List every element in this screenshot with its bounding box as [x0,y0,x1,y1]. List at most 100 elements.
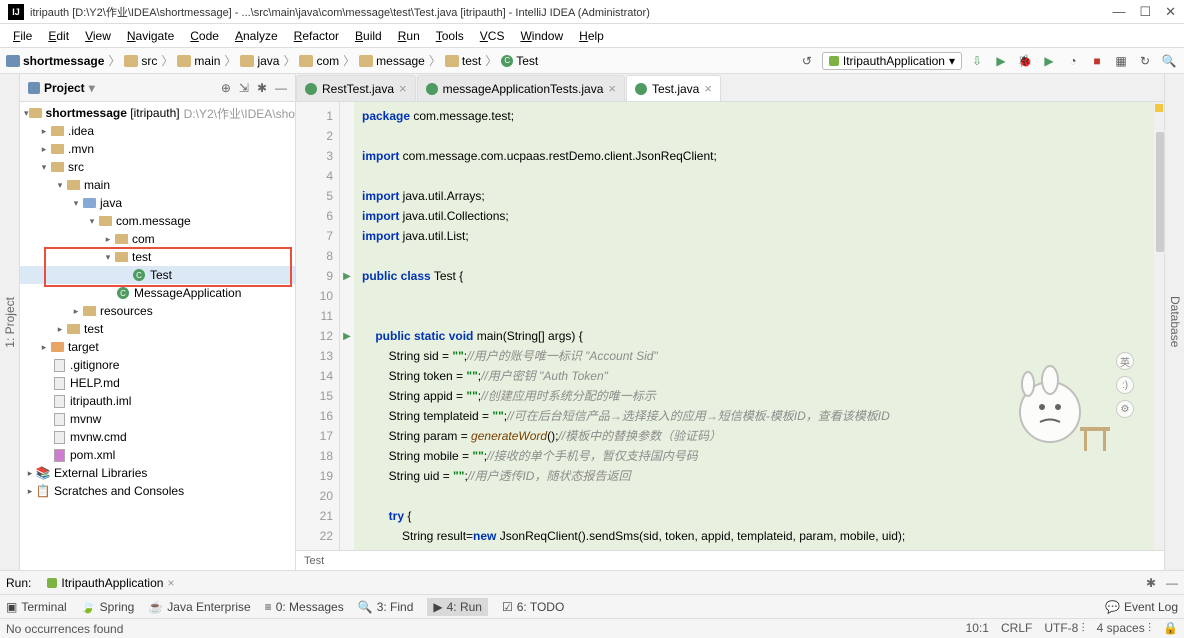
tree-node-testclass[interactable]: Test [20,266,295,284]
crumb-item[interactable]: shortmessage [6,54,104,68]
menu-refactor[interactable]: Refactor [287,27,346,45]
tool-terminal[interactable]: ▣ Terminal [6,600,67,614]
tree-node[interactable]: ▸com [20,230,295,248]
tool-messages[interactable]: ≡ 0: Messages [265,600,344,614]
project-pane-title[interactable]: Project ▾ [28,81,221,95]
menu-vcs[interactable]: VCS [473,27,512,45]
tree-node[interactable]: ▸📋Scratches and Consoles [20,482,295,500]
badge-lang[interactable]: 英 [1116,352,1134,370]
menu-code[interactable]: Code [183,27,226,45]
close-icon[interactable]: × [399,81,407,96]
code-lines[interactable]: package com.message.test;import com.mess… [354,102,1164,550]
menu-view[interactable]: View [78,27,118,45]
crumb-item[interactable]: test [445,54,481,68]
update-button[interactable]: ↻ [1136,52,1154,70]
maximize-button[interactable]: ☐ [1139,4,1151,20]
editor-tab[interactable]: messageApplicationTests.java× [417,75,625,101]
tool-find[interactable]: 🔍 3: Find [358,600,414,614]
status-lock-icon[interactable]: 🔒 [1163,621,1178,636]
editor-tab[interactable]: Test.java× [626,75,721,101]
tree-node[interactable]: pom.xml [20,446,295,464]
tree-node[interactable]: mvnw [20,410,295,428]
run-button[interactable]: ▶ [992,52,1010,70]
run-config-selector[interactable]: ItripauthApplication ▾ [822,52,962,70]
tree-node[interactable]: mvnw.cmd [20,428,295,446]
status-pos[interactable]: 10:1 [966,621,989,636]
breadcrumb[interactable]: shortmessage〉src〉main〉java〉com〉message〉t… [6,52,538,69]
tree-node[interactable]: ▾main [20,176,295,194]
tree-node[interactable]: ▾src [20,158,295,176]
tool-eventlog[interactable]: 💬 Event Log [1105,600,1178,614]
menu-window[interactable]: Window [513,27,570,45]
crumb-item[interactable]: java [240,54,279,68]
tree-node[interactable]: .gitignore [20,356,295,374]
line-gutter[interactable]: 1234567891011121314151617181920212223 [296,102,340,550]
menu-tools[interactable]: Tools [429,27,471,45]
tool-database[interactable]: Database [1166,288,1184,355]
tree-node[interactable]: ▸resources [20,302,295,320]
hide-icon[interactable]: — [1166,576,1178,590]
close-button[interactable]: ✕ [1165,4,1176,20]
hide-button[interactable]: — [275,81,287,95]
tree-node[interactable]: HELP.md [20,374,295,392]
expand-button[interactable]: ⇲ [239,81,249,95]
crumb-item[interactable]: Test [501,54,538,68]
scroll-strip[interactable] [1154,102,1164,550]
tool-run[interactable]: ▶ 4: Run [427,598,488,616]
project-tree[interactable]: ▾shortmessage [itripauth]D:\Y2\作业\IDEA\s… [20,102,295,570]
tree-node[interactable]: ▸target [20,338,295,356]
run-tab[interactable]: ItripauthApplication × [39,572,182,594]
layout-button[interactable]: ▦ [1112,52,1130,70]
close-icon[interactable]: × [608,81,616,96]
menu-build[interactable]: Build [348,27,389,45]
tool-favorites[interactable]: 2: Favorites [0,283,1,362]
menu-file[interactable]: File [6,27,39,45]
menu-analyze[interactable]: Analyze [228,27,285,45]
tool-javaee[interactable]: ☕ Java Enterprise [148,600,250,614]
menu-edit[interactable]: Edit [41,27,76,45]
tree-node[interactable]: ▸.mvn [20,140,295,158]
status-crlf[interactable]: CRLF [1001,621,1032,636]
run-markers[interactable]: ▶▶ [340,102,354,550]
tree-node[interactable]: ▸test [20,320,295,338]
crumb-item[interactable]: main [177,54,220,68]
code-editor[interactable]: 1234567891011121314151617181920212223 ▶▶… [296,102,1164,550]
tree-node[interactable]: ▾com.message [20,212,295,230]
crumb-item[interactable]: src [124,54,157,68]
minimize-button[interactable]: — [1112,4,1125,20]
crumb-item[interactable]: com [299,54,339,68]
tool-project[interactable]: 1: Project [1,289,19,356]
settings-button[interactable]: ✱ [257,81,267,95]
tree-node-test[interactable]: ▾test [20,248,295,266]
tree-node[interactable]: ▾java [20,194,295,212]
status-indent[interactable]: 4 spaces ⫶ [1097,621,1151,636]
settings-icon[interactable]: ✱ [1146,576,1156,590]
tool-spring[interactable]: 🍃 Spring [81,600,135,614]
close-icon[interactable]: × [704,81,712,96]
badge-gear[interactable]: ⚙ [1116,400,1134,418]
badge-emoji[interactable]: :) [1116,376,1134,394]
crumb-item[interactable]: message [359,54,425,68]
search-everywhere-button[interactable]: 🔍 [1160,52,1178,70]
warning-marker[interactable] [1155,104,1163,112]
editor-breadcrumb[interactable]: Test [296,550,1164,570]
status-enc[interactable]: UTF-8 ⫶ [1044,621,1084,636]
build-button[interactable]: ⇩ [968,52,986,70]
tree-node[interactable]: ▸📚External Libraries [20,464,295,482]
locate-button[interactable]: ⊕ [221,81,231,95]
sync-icon[interactable]: ↺ [798,52,816,70]
tree-root[interactable]: ▾shortmessage [itripauth]D:\Y2\作业\IDEA\s… [20,104,295,122]
tree-node[interactable]: ▸.idea [20,122,295,140]
tool-todo[interactable]: ☑ 6: TODO [502,600,564,614]
debug-button[interactable]: 🐞 [1016,52,1034,70]
menu-run[interactable]: Run [391,27,427,45]
menu-navigate[interactable]: Navigate [120,27,181,45]
stop-button[interactable]: ■ [1088,52,1106,70]
editor-tab[interactable]: RestTest.java× [296,75,416,101]
tree-node[interactable]: MessageApplication [20,284,295,302]
profile-button[interactable]: ◔ [1064,52,1082,70]
menu-help[interactable]: Help [572,27,611,45]
scroll-thumb[interactable] [1156,132,1164,252]
coverage-button[interactable]: ▶ [1040,52,1058,70]
close-icon[interactable]: × [167,576,174,590]
